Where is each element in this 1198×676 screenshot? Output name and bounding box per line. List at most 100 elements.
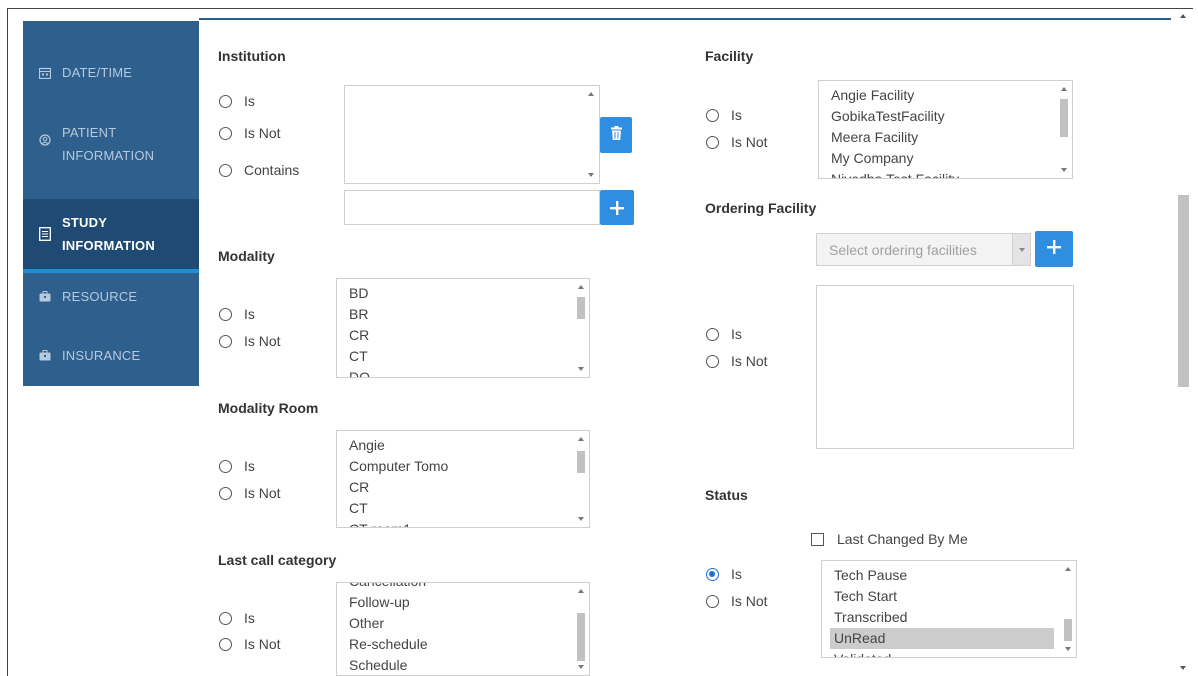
institution-is-not-radio[interactable]: Is Not	[219, 125, 281, 141]
page-scrollbar[interactable]	[1174, 9, 1193, 676]
plus-icon	[1047, 239, 1061, 259]
list-item[interactable]: Follow-up	[349, 592, 567, 613]
radio-circle	[219, 611, 232, 625]
facility-is-not-radio[interactable]: Is Not	[706, 134, 768, 150]
list-item[interactable]: BR	[349, 304, 567, 325]
sidebar-item-patient-information[interactable]: PATIENT INFORMATION	[23, 121, 199, 167]
ordering-facility-is-not-radio[interactable]: Is Not	[706, 353, 768, 369]
last-call-is-radio[interactable]: Is	[219, 610, 255, 626]
list-item[interactable]: Schedule	[349, 655, 567, 675]
radio-circle	[706, 594, 719, 608]
status-is-radio[interactable]: Is	[706, 566, 742, 582]
list-item[interactable]: CR	[349, 477, 567, 498]
checkbox-box	[811, 532, 824, 546]
radio-circle	[706, 327, 719, 341]
sidebar-item-date-time[interactable]: DATE/TIME	[23, 61, 199, 84]
list-item[interactable]: Nivedha Test Facility	[831, 169, 1050, 178]
radio-label: Is Not	[731, 134, 768, 150]
status-title: Status	[705, 487, 748, 503]
radio-circle	[706, 354, 719, 368]
modality-room-listbox[interactable]: Angie Computer Tomo CR CT CT room1	[336, 430, 590, 528]
sidebar-item-label: PATIENT INFORMATION	[62, 125, 155, 163]
modality-room-is-radio[interactable]: Is	[219, 458, 255, 474]
institution-is-radio[interactable]: Is	[219, 93, 255, 109]
chevron-down-icon[interactable]	[1012, 234, 1030, 265]
checkbox-label: Last Changed By Me	[837, 531, 968, 547]
modality-room-title: Modality Room	[218, 400, 319, 416]
last-call-is-not-radio[interactable]: Is Not	[219, 636, 281, 652]
scrollbar[interactable]	[1062, 563, 1074, 655]
delete-institution-button[interactable]	[600, 117, 632, 153]
ordering-facility-select[interactable]: Select ordering facilities	[816, 233, 1031, 266]
list-item[interactable]: My Company	[831, 148, 1050, 169]
radio-label: Is	[244, 93, 255, 109]
patient-icon	[38, 133, 52, 147]
scrollbar[interactable]	[1058, 83, 1070, 176]
sidebar-item-label: DATE/TIME	[62, 65, 133, 80]
list-item[interactable]: CR	[349, 325, 567, 346]
radio-label: Is	[731, 107, 742, 123]
list-item[interactable]: Tech Pause	[834, 565, 1054, 586]
radio-label: Contains	[244, 162, 300, 178]
sidebar-item-resource[interactable]: RESOURCE	[23, 285, 199, 308]
sidebar-item-insurance[interactable]: INSURANCE	[23, 344, 199, 367]
institution-textarea[interactable]	[344, 85, 600, 184]
sidebar: DATE/TIME PATIENT INFORMATION STUDY INFO…	[23, 21, 199, 386]
status-is-not-radio[interactable]: Is Not	[706, 593, 768, 609]
sidebar-item-study-information[interactable]: STUDY INFORMATION	[23, 199, 199, 273]
briefcase-icon	[38, 349, 52, 363]
radio-circle	[706, 135, 719, 149]
ordering-facility-title: Ordering Facility	[705, 200, 817, 216]
list-item[interactable]: CT room1	[349, 519, 567, 527]
scrollbar[interactable]	[585, 88, 597, 181]
add-ordering-facility-button[interactable]	[1035, 231, 1073, 267]
list-item[interactable]: CT	[349, 346, 567, 367]
scroll-thumb[interactable]	[1178, 195, 1189, 387]
modality-room-is-not-radio[interactable]: Is Not	[219, 485, 281, 501]
ordering-facility-listbox[interactable]	[816, 285, 1074, 449]
list-item[interactable]: Tech Start	[834, 586, 1054, 607]
radio-label: Is Not	[244, 125, 281, 141]
list-item[interactable]: Angie	[349, 435, 567, 456]
institution-title: Institution	[218, 48, 286, 64]
facility-title: Facility	[705, 48, 754, 64]
institution-contains-radio[interactable]: Contains	[219, 162, 299, 178]
list-item[interactable]: Re-schedule	[349, 634, 567, 655]
scrollbar[interactable]	[575, 585, 587, 673]
list-item[interactable]: Validated	[834, 649, 1054, 657]
institution-input[interactable]	[344, 190, 600, 225]
status-listbox[interactable]: Tech Pause Tech Start Transcribed UnRead…	[821, 560, 1077, 658]
last-changed-by-me-checkbox[interactable]: Last Changed By Me	[811, 531, 968, 547]
list-item[interactable]: Angie Facility	[831, 85, 1050, 106]
scroll-up-icon[interactable]	[1180, 14, 1186, 18]
modality-is-radio[interactable]: Is	[219, 306, 255, 322]
radio-circle	[219, 163, 232, 177]
scrollbar[interactable]	[575, 281, 587, 375]
radio-circle	[219, 334, 232, 348]
list-item[interactable]: Other	[349, 613, 567, 634]
radio-label: Is	[244, 306, 255, 322]
add-institution-button[interactable]	[600, 190, 634, 225]
ordering-facility-is-radio[interactable]: Is	[706, 326, 742, 342]
radio-circle	[219, 307, 232, 321]
list-item[interactable]: GobikaTestFacility	[831, 106, 1050, 127]
list-item-selected[interactable]: UnRead	[830, 628, 1054, 649]
facility-listbox[interactable]: Angie Facility GobikaTestFacility Meera …	[818, 80, 1073, 179]
list-item[interactable]: Cancellation	[349, 583, 567, 592]
list-item[interactable]: BD	[349, 283, 567, 304]
modality-title: Modality	[218, 248, 275, 264]
sidebar-item-label: INSURANCE	[62, 348, 141, 363]
modality-listbox[interactable]: BD BR CR CT DO	[336, 278, 590, 378]
scroll-down-icon[interactable]	[1180, 666, 1186, 670]
list-item[interactable]: Computer Tomo	[349, 456, 567, 477]
list-item[interactable]: DO	[349, 367, 567, 377]
scrollbar[interactable]	[575, 433, 587, 525]
radio-circle	[219, 126, 232, 140]
list-item[interactable]: CT	[349, 498, 567, 519]
list-item[interactable]: Meera Facility	[831, 127, 1050, 148]
list-item[interactable]: Transcribed	[834, 607, 1054, 628]
modality-is-not-radio[interactable]: Is Not	[219, 333, 281, 349]
last-call-category-listbox[interactable]: Cancellation Follow-up Other Re-schedule…	[336, 582, 590, 676]
facility-is-radio[interactable]: Is	[706, 107, 742, 123]
radio-circle	[219, 459, 232, 473]
